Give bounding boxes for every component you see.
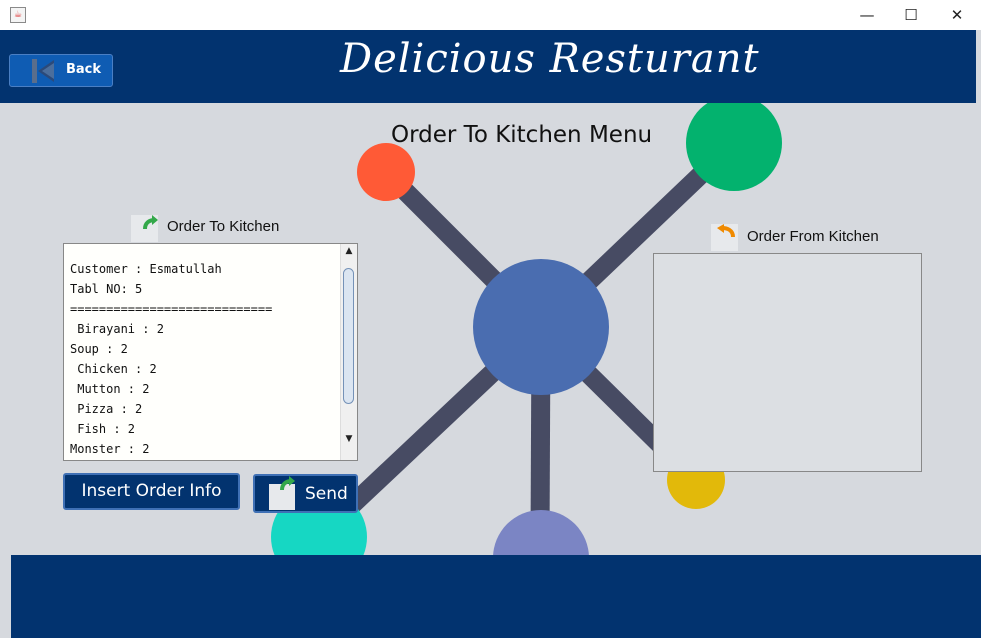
vertical-scrollbar[interactable]: ▲ ▼ — [340, 244, 357, 460]
scroll-thumb[interactable] — [343, 268, 354, 404]
close-button[interactable]: ✕ — [934, 0, 980, 30]
send-arrow-icon — [269, 476, 295, 510]
page-heading: Order To Kitchen Menu — [391, 122, 653, 148]
maximize-button[interactable]: ☐ — [888, 0, 934, 30]
order-from-kitchen-textarea[interactable] — [653, 253, 922, 472]
order-line: Chicken : 2 — [70, 362, 157, 376]
order-line: Tabl NO: 5 — [70, 282, 143, 296]
order-line: Customer : Esmatullah — [70, 262, 222, 276]
order-line: Soup : 2 — [70, 342, 128, 356]
app-title: Delicious Resturant — [340, 36, 760, 82]
back-button-label: Back — [66, 62, 102, 77]
app-header: Back Delicious Resturant — [0, 30, 976, 103]
purple-circle — [493, 510, 589, 555]
scroll-down-arrow-icon[interactable]: ▼ — [341, 432, 357, 446]
send-button[interactable]: Send — [253, 474, 358, 513]
send-button-label: Send — [305, 484, 348, 504]
back-button[interactable]: Back — [9, 54, 113, 87]
minimize-button[interactable]: — — [844, 0, 890, 30]
window-titlebar: ☕ — ☐ ✕ — [0, 0, 981, 30]
orange-return-arrow-icon — [711, 224, 738, 251]
order-line: Mutton : 2 — [70, 382, 150, 396]
order-line: ============================ — [70, 302, 273, 316]
order-to-kitchen-textarea[interactable]: Customer : Esmatullah Tabl NO: 5 =========… — [63, 243, 358, 461]
order-line: Pizza : 2 — [70, 402, 143, 416]
scroll-up-arrow-icon[interactable]: ▲ — [341, 244, 357, 258]
order-from-kitchen-label: Order From Kitchen — [747, 228, 879, 245]
order-lines: Customer : Esmatullah Tabl NO: 5 =========… — [64, 259, 272, 459]
java-app-icon: ☕ — [10, 7, 26, 23]
order-line: Monster : 2 — [70, 442, 150, 456]
hub-circle — [473, 259, 609, 395]
insert-order-info-button[interactable]: Insert Order Info — [63, 473, 240, 510]
app-footer — [11, 555, 981, 638]
green-forward-arrow-icon — [131, 215, 158, 242]
red-circle — [357, 143, 415, 201]
order-to-kitchen-label: Order To Kitchen — [167, 218, 280, 235]
order-line: Birayani : 2 — [70, 322, 164, 336]
back-arrow-icon — [32, 59, 54, 83]
order-line: Fish : 2 — [70, 422, 136, 436]
